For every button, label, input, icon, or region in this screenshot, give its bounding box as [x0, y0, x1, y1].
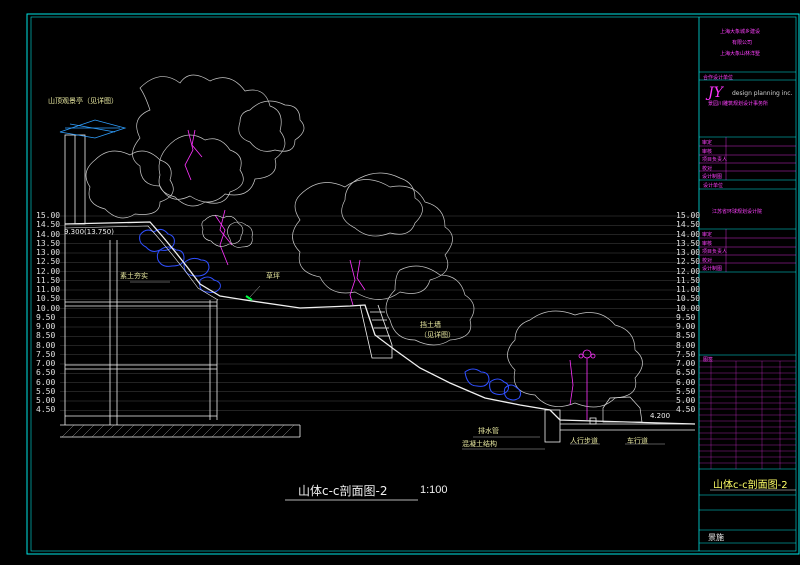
approval-row-label: 审核	[702, 240, 713, 247]
approval-row-label: 项目负责人	[702, 157, 728, 164]
elevation-tick-right: 14.50	[676, 220, 701, 230]
elevation-label-right: 4.200	[650, 412, 671, 420]
discipline-label: 景施	[708, 533, 724, 542]
elevation-tick-right: 8.00	[676, 340, 696, 350]
sheet-table	[699, 360, 796, 469]
elevation-tick-right: 12.50	[676, 257, 701, 267]
elevation-tick-right: 4.50	[676, 405, 696, 415]
approval-row-label: 校对	[702, 257, 713, 264]
elevation-tick-right: 7.50	[676, 349, 696, 359]
approval-row-label: 校对	[702, 165, 713, 172]
approval-row-label: 项目负责人	[702, 249, 728, 256]
elevation-tick-left: 9.50	[36, 312, 56, 322]
concrete-label: 混凝土结构	[462, 440, 497, 448]
client-line1: 上海大象城乡建设	[720, 29, 761, 35]
elevation-tick-right: 11.00	[676, 285, 701, 294]
client-line3: 上海大象山林洋墅	[720, 51, 761, 57]
ground-profile	[64, 221, 696, 425]
elevation-tick-right: 8.50	[676, 331, 696, 341]
elevation-tick-right: 14.00	[676, 229, 701, 239]
approval-row-label: 审核	[702, 148, 713, 155]
approval-row-label: 设计制图	[702, 174, 723, 181]
elevation-tick-left: 6.00	[36, 377, 56, 387]
elevation-tick-right: 9.50	[676, 312, 696, 322]
elevation-gridlines	[60, 215, 695, 411]
design-unit-name: 江苏省环球规划设计院	[712, 209, 763, 215]
elevation-tick-right: 6.00	[676, 377, 696, 387]
drawing-scale: 1:100	[420, 484, 448, 496]
lamp-post	[578, 349, 596, 420]
elevation-tick-left: 5.00	[36, 396, 56, 405]
sidewalk-label: 人行步道	[570, 437, 598, 445]
elevation-tick-left: 13.50	[36, 238, 61, 248]
firm-english-name: design planning inc.	[732, 90, 793, 97]
retaining-wall-label: 挡土墙	[420, 321, 441, 329]
elevation-tick-left: 14.50	[36, 220, 61, 230]
approval-row-label: 设计制图	[702, 266, 723, 273]
elevation-tick-left: 12.00	[36, 266, 61, 276]
elevation-tick-left: 10.00	[36, 303, 61, 313]
shrubs	[201, 215, 253, 248]
elevation-tick-right: 6.50	[676, 368, 696, 378]
elevation-tick-right: 7.00	[676, 359, 696, 368]
elevation-tick-left: 13.00	[36, 248, 61, 257]
elevation-tick-left: 8.00	[36, 340, 56, 350]
elevation-tick-right: 11.50	[676, 275, 701, 285]
car	[602, 396, 643, 423]
approval-row-label: 审定	[702, 140, 713, 146]
elevation-tick-left: 7.50	[36, 349, 56, 359]
elevation-tick-left: 6.50	[36, 368, 56, 378]
elevation-tick-right: 5.50	[676, 386, 696, 396]
elevation-tick-left: 14.00	[36, 229, 61, 239]
elevation-tick-right: 10.00	[676, 303, 701, 313]
foundation-hatch	[61, 424, 295, 438]
roadway-label: 车行道	[627, 437, 648, 445]
elevation-tick-left: 11.00	[36, 285, 61, 294]
street-structures	[544, 409, 695, 443]
elevation-tick-left: 10.50	[36, 294, 61, 304]
elevation-tick-left: 11.50	[36, 275, 61, 285]
drawing-title: 山体c-c剖面图-2	[298, 484, 388, 498]
elevation-tick-left: 4.50	[36, 405, 56, 415]
tree-canopies	[85, 74, 643, 408]
retaining-wall	[359, 304, 393, 359]
cooperation-label: 合作设计单位	[703, 75, 734, 81]
sheet-title: 山体c-c剖面图-2	[713, 480, 788, 491]
lawn-label: 草坪	[266, 272, 280, 280]
sheet-table-header: 图签	[703, 357, 714, 363]
elevation-tick-left: 9.00	[36, 322, 56, 331]
pavilion-label: 山顶观景亭（见详图）	[48, 97, 118, 105]
elevation-tick-left: 15.00	[36, 211, 61, 220]
elevation-tick-left: 7.00	[36, 359, 56, 368]
elevation-label-left: 9.300(13.750)	[64, 228, 114, 236]
firm-chinese-name: 景园川雕筑规划设计事务所	[708, 101, 769, 107]
elevation-tick-left: 5.50	[36, 386, 56, 396]
client-line2: 有限公司	[732, 40, 753, 46]
bushes	[139, 228, 522, 401]
elevation-tick-right: 10.50	[676, 294, 701, 304]
elevation-tick-right: 13.50	[676, 238, 701, 248]
tree-trunks	[184, 129, 574, 406]
elevation-tick-right: 12.00	[676, 266, 701, 276]
retaining-wall-note: （见详图）	[420, 331, 455, 339]
approval-row-label: 审定	[702, 232, 713, 238]
elevation-tick-left: 12.50	[36, 257, 61, 267]
drain-label: 排水管	[478, 427, 499, 435]
fill-label: 素土夯实	[120, 272, 148, 280]
elevation-tick-right: 5.00	[676, 396, 696, 405]
elevation-tick-right: 9.00	[676, 322, 696, 331]
firm-logo: JY	[708, 85, 723, 101]
design-unit-label: 设计单位	[703, 183, 724, 189]
elevation-tick-right: 15.00	[676, 211, 701, 220]
elevation-tick-left: 8.50	[36, 331, 56, 341]
elevation-tick-right: 13.00	[676, 248, 701, 257]
